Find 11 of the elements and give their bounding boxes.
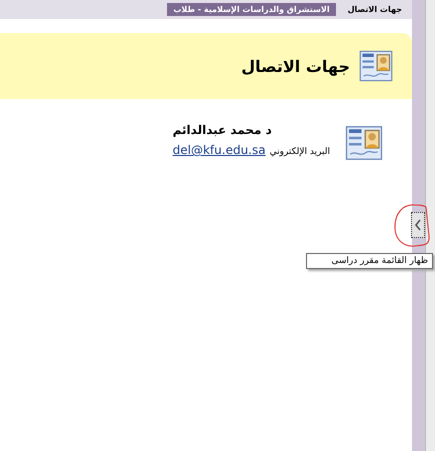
contact-card-icon [344, 123, 384, 163]
page-title: جهات الاتصال [241, 56, 350, 76]
chevron-left-icon [414, 219, 422, 231]
email-label: البريد الإلكتروني [270, 147, 330, 157]
breadcrumb-item[interactable]: الاستشراق والدراسات الإسلامية - طلاب [167, 3, 336, 16]
contact-card-icon [358, 48, 394, 84]
show-menu-tab[interactable] [411, 212, 425, 238]
breadcrumb-item[interactable]: جهات الاتصال [342, 3, 408, 16]
tooltip: ظهار القائمة مقرر دراسى [306, 253, 433, 269]
email-link[interactable]: del@kfu.edu.sa [172, 143, 266, 157]
contact-name: د محمد عبدالدائم [172, 123, 272, 137]
